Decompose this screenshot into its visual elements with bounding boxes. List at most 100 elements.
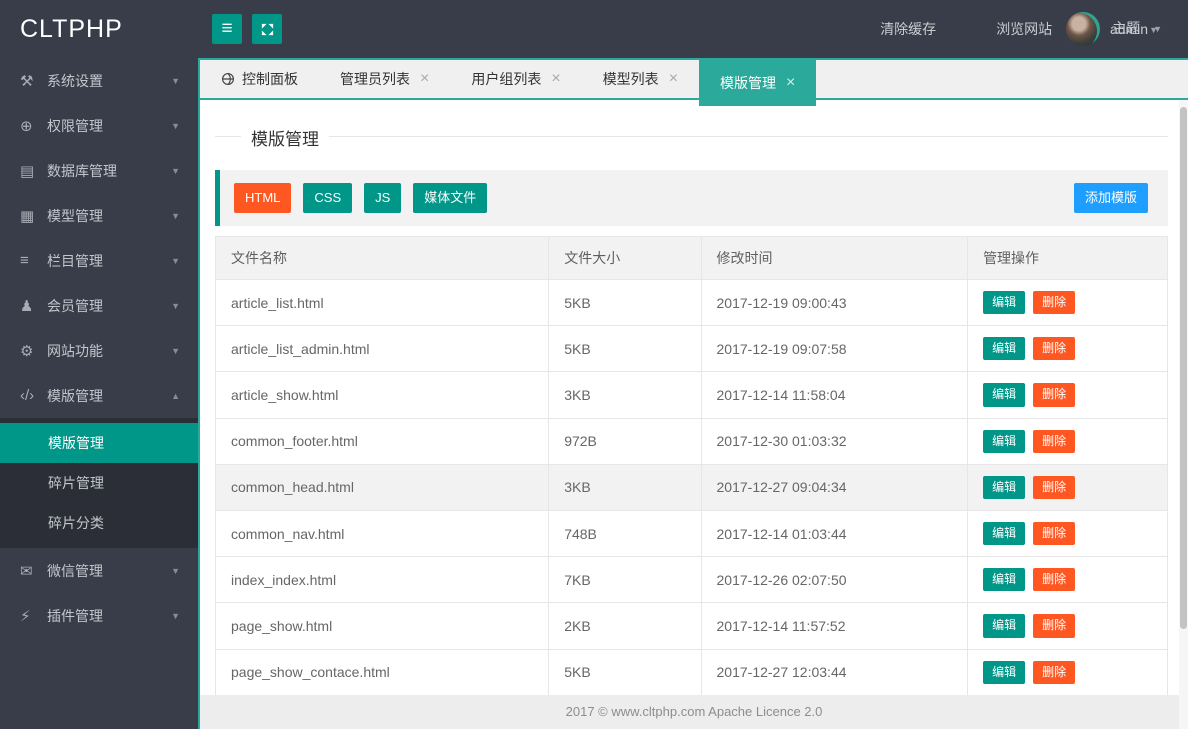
table-row: page_show_contace.html 5KB 2017-12-27 12:0… xyxy=(214,648,1168,696)
modified-time: 2017-12-19 09:07:58 xyxy=(700,325,969,373)
filter-html-button[interactable]: HTML xyxy=(234,183,292,213)
row-actions: 编辑删除 xyxy=(967,509,1168,558)
delete-button[interactable]: 删除 xyxy=(1033,291,1076,315)
delete-button[interactable]: 删除 xyxy=(1033,660,1076,684)
modified-time: 2017-12-27 09:04:34 xyxy=(700,463,969,511)
filter-css-button[interactable]: CSS xyxy=(303,183,353,213)
edit-button[interactable]: 编辑 xyxy=(983,568,1026,592)
file-name: page_show_contace.html xyxy=(214,648,550,696)
edit-button[interactable]: 编辑 xyxy=(983,383,1026,407)
header-nav-clear-cache[interactable]: 清除缓存 xyxy=(850,0,966,58)
file-table: 文件名称 文件大小 修改时间 管理操作 article_list.html 5KB 201… xyxy=(214,236,1168,729)
tab-usergroup-list[interactable]: 用户组列表 × xyxy=(450,60,581,98)
plug-icon: ⚡ xyxy=(20,607,31,625)
avatar xyxy=(1065,12,1100,46)
user-box[interactable]: admin ▼ xyxy=(1054,12,1188,46)
model-grid-icon: ▦ xyxy=(20,207,35,225)
vertical-scrollbar xyxy=(1179,100,1188,729)
filter-js-button[interactable]: JS xyxy=(364,183,402,213)
table-row: article_show.html 3KB 2017-12-14 11:58:04 编… xyxy=(214,371,1168,419)
file-size: 5KB xyxy=(548,278,702,327)
filter-media-button[interactable]: 媒体文件 xyxy=(413,183,488,213)
delete-button[interactable]: 删除 xyxy=(1033,521,1076,546)
permission-icon: ⊕ xyxy=(20,117,33,135)
sidebar-item-site-functions[interactable]: ⚙ 网站功能 ▼ xyxy=(0,328,198,373)
edit-button[interactable]: 编辑 xyxy=(983,660,1026,684)
close-icon[interactable]: × xyxy=(420,71,429,87)
column-header: 修改时间 xyxy=(700,236,969,280)
tab-dashboard[interactable]: 控制面板 xyxy=(200,60,319,98)
sidebar-item-model-mgmt[interactable]: ▦ 模型管理 ▼ xyxy=(0,193,198,238)
modified-time: 2017-12-30 01:03:32 xyxy=(700,417,969,465)
sidebar-item-column-mgmt[interactable]: ≡ 栏目管理 ▼ xyxy=(0,238,198,283)
edit-button[interactable]: 编辑 xyxy=(983,337,1026,361)
sidebar-item-wechat-mgmt[interactable]: ✉ 微信管理 ▼ xyxy=(0,548,198,593)
header-toggles: ≡ xyxy=(212,14,282,44)
delete-button[interactable]: 删除 xyxy=(1033,429,1076,453)
column-header: 文件名称 xyxy=(214,236,550,280)
tab-admin-list[interactable]: 管理员列表 × xyxy=(319,60,450,98)
row-actions: 编辑删除 xyxy=(967,648,1168,696)
user-menu[interactable]: admin ▼ xyxy=(1054,0,1188,58)
modified-time: 2017-12-26 02:07:50 xyxy=(700,556,969,604)
fullscreen-icon xyxy=(260,22,275,37)
scrollbar-thumb[interactable] xyxy=(1180,107,1187,629)
file-size: 7KB xyxy=(548,556,702,604)
file-name: article_list.html xyxy=(214,278,550,327)
filter-buttons: HTML CSS JS 媒体文件 xyxy=(234,183,499,213)
close-icon[interactable]: × xyxy=(786,75,795,91)
file-name: page_show.html xyxy=(214,602,550,650)
sidebar-subitem-fragment-mgmt[interactable]: 碎片管理 xyxy=(0,463,198,503)
table-row: page_show.html 2KB 2017-12-14 11:57:52 编辑 删除 xyxy=(214,602,1168,650)
edit-button[interactable]: 编辑 xyxy=(983,429,1026,453)
top-header: CLTPHP ≡ 清除缓存 浏览网站 主题 ▼ admin ▼ xyxy=(0,0,1188,58)
file-size: 3KB xyxy=(548,463,702,511)
sidebar-subitem-template-mgmt-sub[interactable]: 模版管理 xyxy=(0,423,198,463)
row-actions: 编辑删除 xyxy=(967,602,1168,650)
file-size: 3KB xyxy=(548,371,702,419)
file-size: 972B xyxy=(548,417,702,465)
sidebar-item-member-mgmt[interactable]: ♟ 会员管理 ▼ xyxy=(0,283,198,328)
row-actions: 编辑删除 xyxy=(967,325,1168,373)
delete-button[interactable]: 删除 xyxy=(1033,568,1076,592)
chevron-down-icon: ▼ xyxy=(171,165,180,176)
row-actions: 编辑删除 xyxy=(967,278,1168,327)
column-header: 管理操作 xyxy=(967,236,1168,280)
page-title: 模版管理 xyxy=(241,125,329,150)
close-icon[interactable]: × xyxy=(551,71,560,87)
sidebar-toggle-button[interactable]: ≡ xyxy=(212,14,242,44)
delete-button[interactable]: 删除 xyxy=(1033,475,1076,499)
chevron-down-icon: ▼ xyxy=(171,345,180,356)
edit-button[interactable]: 编辑 xyxy=(983,614,1026,638)
sidebar-item-plugin-mgmt[interactable]: ⚡ 插件管理 ▼ xyxy=(0,593,198,638)
fullscreen-toggle-button[interactable] xyxy=(252,14,282,44)
chevron-down-icon: ▼ xyxy=(171,255,180,266)
close-icon[interactable]: × xyxy=(669,71,678,87)
globe-icon xyxy=(221,72,235,86)
tab-model-list[interactable]: 模型列表 × xyxy=(582,60,699,98)
sidebar-item-permission-mgmt[interactable]: ⊕ 权限管理 ▼ xyxy=(0,103,198,148)
main-area: 控制面板 管理员列表 × 用户组列表 × 模型列表 × 模版管理 × 模版管理 HTML CSS J… xyxy=(198,58,1188,729)
chevron-down-icon: ▼ xyxy=(171,75,180,86)
file-size: 5KB xyxy=(548,648,702,696)
sidebar-item-system-settings[interactable]: ⚒ 系统设置 ▼ xyxy=(0,58,198,103)
row-actions: 编辑删除 xyxy=(967,417,1168,465)
edit-button[interactable]: 编辑 xyxy=(983,475,1026,499)
modified-time: 2017-12-14 11:58:04 xyxy=(700,371,969,419)
sidebar-item-template-mgmt[interactable]: ‹/› 模版管理 ▲ xyxy=(0,373,198,418)
gear-icon: ⚙ xyxy=(20,342,34,360)
row-actions: 编辑删除 xyxy=(967,371,1168,419)
sidebar-subitem-fragment-category[interactable]: 碎片分类 xyxy=(0,503,198,543)
file-size: 5KB xyxy=(548,325,702,373)
edit-button[interactable]: 编辑 xyxy=(983,291,1026,315)
delete-button[interactable]: 删除 xyxy=(1033,337,1076,361)
sidebar-submenu: 模版管理 碎片管理 碎片分类 xyxy=(0,418,198,548)
sidebar-item-database-mgmt[interactable]: ▤ 数据库管理 ▼ xyxy=(0,148,198,193)
chevron-down-icon: ▼ xyxy=(1153,24,1162,34)
tab-template-mgmt[interactable]: 模版管理 × xyxy=(699,60,817,106)
delete-button[interactable]: 删除 xyxy=(1033,383,1076,407)
add-template-button[interactable]: 添加模版 xyxy=(1073,183,1148,213)
edit-button[interactable]: 编辑 xyxy=(983,521,1026,546)
hamburger-icon: ≡ xyxy=(221,18,233,39)
delete-button[interactable]: 删除 xyxy=(1033,614,1076,638)
